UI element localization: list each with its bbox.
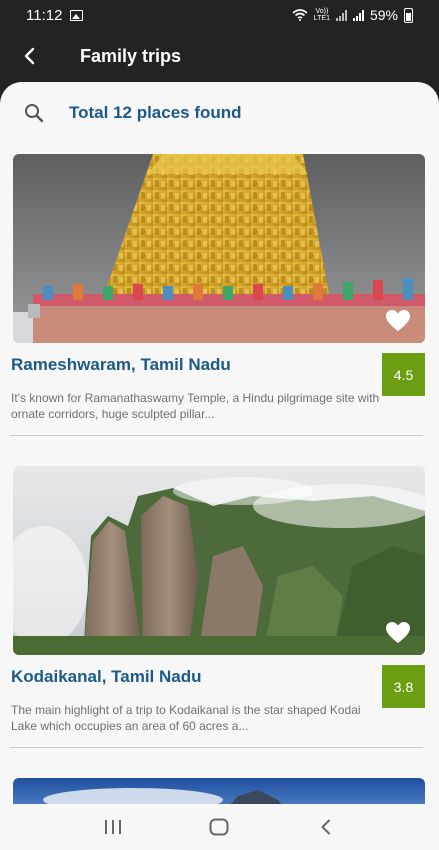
recent-apps-button[interactable] [93,807,133,847]
result-count: Total 12 places found [69,103,242,122]
back-nav-button[interactable] [306,807,346,847]
gallery-notification-icon [70,9,84,21]
battery-percent: 59% [369,7,398,23]
place-card-partial[interactable] [0,748,439,804]
search-icon[interactable] [24,103,44,123]
volte-lte-label: Vo)) LTE1 [314,8,330,22]
place-description: It's known for Ramanathaswamy Temple, a … [11,391,380,421]
battery-icon [404,7,413,23]
status-bar: 11:12 Vo)) LTE1 59% [0,0,439,30]
clock: 11:12 [26,6,63,24]
rating-badge: 4.5 [382,353,425,396]
home-button[interactable] [199,807,239,847]
recent-apps-icon [105,820,122,834]
temple-photo [13,154,425,343]
place-info: Rameshwaram, Tamil Nadu 4.5 It's known f… [11,343,426,435]
place-description: The main highlight of a trip to Kodaikan… [11,703,361,733]
landscape-photo [13,778,425,804]
status-left: 11:12 [26,6,84,24]
signal-2-icon [352,9,364,21]
home-icon [209,818,229,836]
back-icon [321,819,330,835]
signal-1-icon [335,9,347,21]
lte-text: LTE1 [313,15,330,22]
rating-badge: 3.8 [382,665,425,708]
place-name[interactable]: Kodaikanal, Tamil Nadu [11,667,202,687]
content-sheet[interactable]: Total 12 places found Rameshwaram, Tamil… [0,82,439,804]
place-card[interactable]: Rameshwaram, Tamil Nadu 4.5 It's known f… [0,144,439,436]
place-image[interactable] [13,778,425,804]
search-row: Total 12 places found [0,82,439,144]
arrow-left-icon [24,47,35,65]
volte-text: Vo)) [315,8,329,15]
place-image[interactable] [13,466,425,655]
place-card[interactable]: Kodaikanal, Tamil Nadu 3.8 The main high… [0,436,439,748]
heart-icon[interactable] [385,621,411,645]
mountain-photo [13,466,425,655]
navigation-bar [0,804,439,850]
status-right: Vo)) LTE1 59% [292,7,413,23]
place-image[interactable] [13,154,425,343]
wifi-icon [292,9,308,21]
page-title: Family trips [80,45,182,66]
place-info: Kodaikanal, Tamil Nadu 3.8 The main high… [11,655,426,747]
app-header: Family trips [0,30,439,82]
place-name[interactable]: Rameshwaram, Tamil Nadu [11,355,231,375]
heart-icon[interactable] [385,309,411,333]
back-button[interactable] [0,30,60,82]
